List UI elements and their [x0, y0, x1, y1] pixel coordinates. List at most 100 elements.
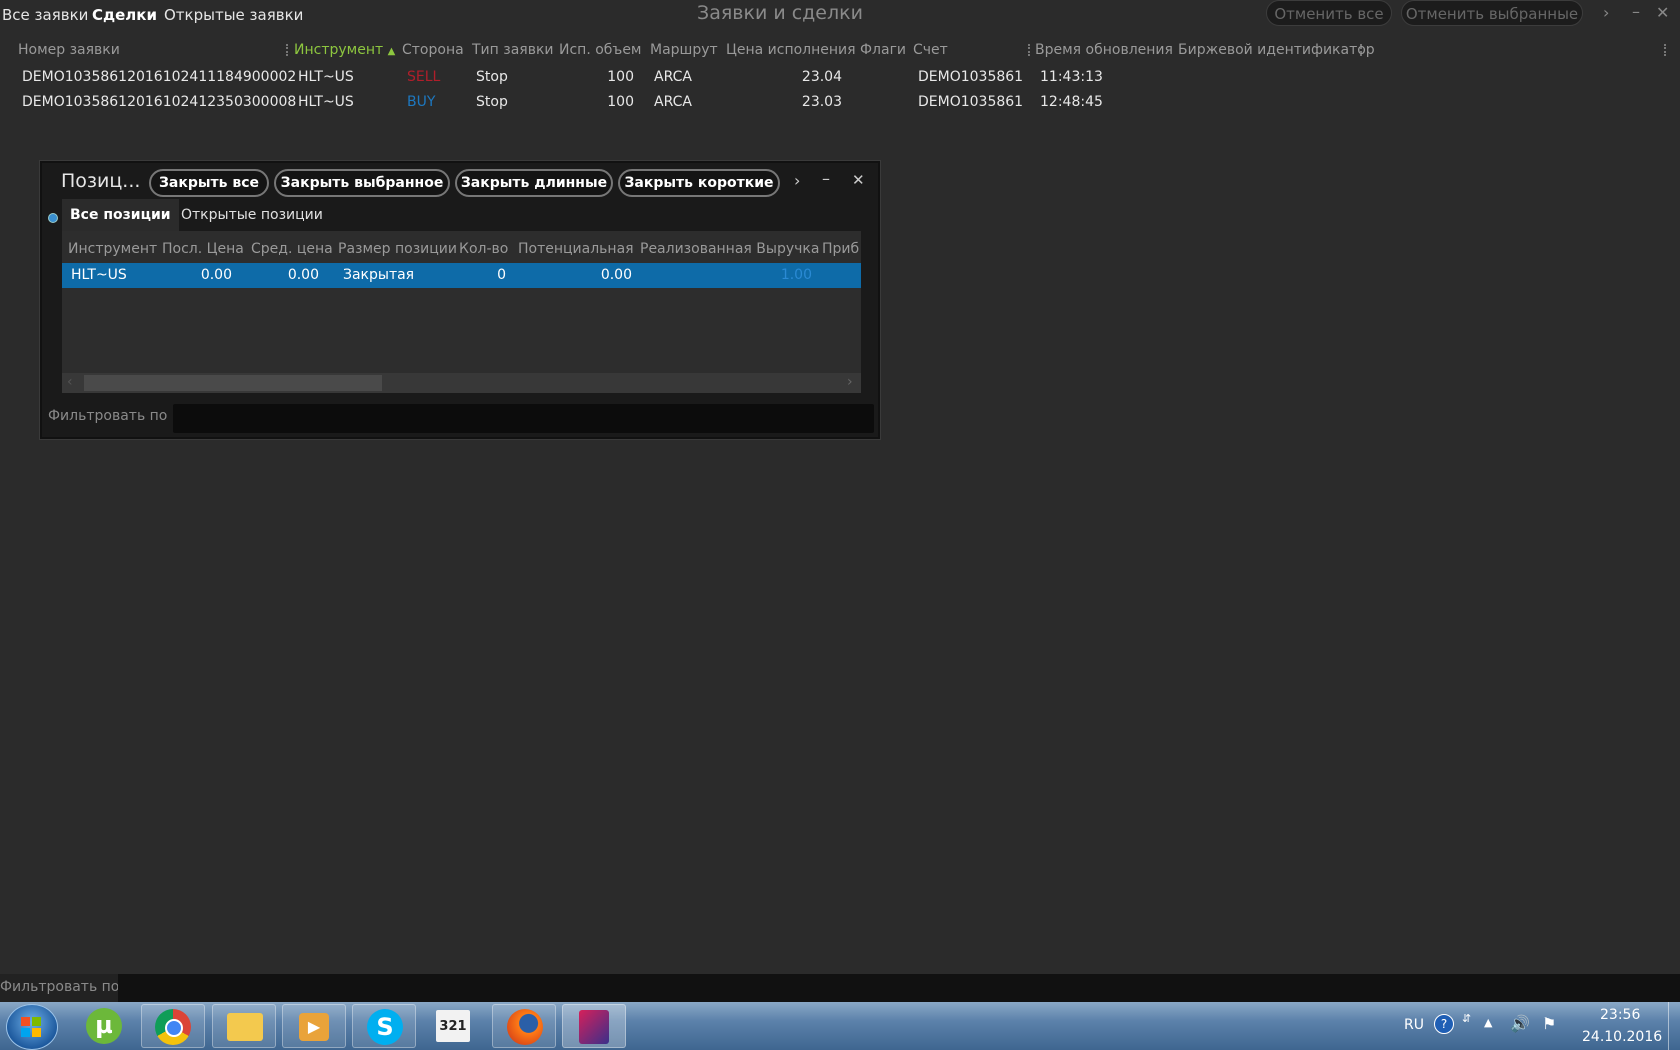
- close-all-button[interactable]: Закрыть все: [149, 169, 269, 197]
- col-order-type[interactable]: Тип заявки: [472, 42, 554, 58]
- close-icon[interactable]: ✕: [852, 171, 865, 189]
- close-icon[interactable]: ✕: [1656, 3, 1669, 22]
- col-realized-revenue[interactable]: Реализованная Выручка: [640, 241, 819, 257]
- taskbar-skype[interactable]: S: [352, 1004, 416, 1048]
- trading-app-icon: [579, 1010, 609, 1044]
- skype-icon: S: [367, 1009, 403, 1045]
- table-row[interactable]: HLT~US 0.00 0.00 Закрытая 0 0.00 1.00: [62, 263, 861, 288]
- col-route[interactable]: Маршрут: [650, 42, 718, 58]
- start-button[interactable]: [6, 1004, 58, 1050]
- minimize-icon[interactable]: –: [822, 169, 830, 188]
- volume-icon[interactable]: 🔊: [1510, 1014, 1530, 1033]
- realized-revenue: 1.00: [780, 267, 812, 283]
- scroll-left-icon[interactable]: ‹: [67, 374, 73, 390]
- taskbar-firefox[interactable]: [492, 1004, 556, 1048]
- col-exec-price[interactable]: Цена исполнения: [726, 42, 856, 58]
- col-exchange-id[interactable]: Биржевой идентификатор: [1178, 42, 1375, 58]
- taskbar-explorer[interactable]: [212, 1004, 276, 1048]
- firefox-icon: [507, 1009, 543, 1045]
- network-adapter-icon[interactable]: ⇵: [1462, 1012, 1471, 1025]
- top-bar: Все заявки Сделки Открытые заявки Заявки…: [0, 0, 1680, 30]
- filled-volume: 100: [607, 94, 634, 110]
- col-potential[interactable]: Потенциальная: [518, 241, 634, 257]
- instrument: HLT~US: [71, 267, 127, 283]
- position-size: Закрытая: [343, 267, 415, 283]
- close-long-button[interactable]: Закрыть длинные: [455, 169, 613, 197]
- utorrent-icon: µ: [86, 1008, 122, 1044]
- col-resize-handle[interactable]: [286, 44, 290, 56]
- exec-price: 23.03: [801, 94, 842, 110]
- route: ARCA: [654, 69, 692, 85]
- scrollbar-thumb[interactable]: [84, 375, 382, 391]
- side-sell: SELL: [407, 69, 441, 85]
- side-buy: BUY: [407, 94, 436, 110]
- instrument: HLT~US: [298, 69, 354, 85]
- col-instrument[interactable]: Инструмент ▲: [294, 42, 395, 58]
- col-last-price[interactable]: Посл. Цена: [162, 241, 244, 257]
- help-icon[interactable]: ?: [1434, 1014, 1454, 1034]
- instrument: HLT~US: [298, 94, 354, 110]
- taskbar-player[interactable]: ▶: [282, 1004, 346, 1048]
- col-resize-handle[interactable]: [1360, 44, 1364, 56]
- clock-time[interactable]: 23:56: [1600, 1007, 1640, 1023]
- update-time: 12:48:45: [1040, 94, 1103, 110]
- col-avg-price[interactable]: Сред. цена: [251, 241, 333, 257]
- positions-grid: Инструмент Посл. Цена Сред. цена Размер …: [62, 231, 861, 393]
- show-desktop-button[interactable]: [1668, 1002, 1680, 1050]
- bottom-filter-bar: Фильтровать по: [0, 974, 1680, 1002]
- col-filled-volume[interactable]: Исп. объем: [559, 42, 642, 58]
- taskbar-utorrent[interactable]: µ: [72, 1004, 136, 1048]
- account: DEMO1035861: [918, 94, 1024, 110]
- close-short-button[interactable]: Закрыть короткие: [618, 169, 780, 197]
- col-side[interactable]: Сторона: [402, 42, 464, 58]
- sort-ascending-icon: ▲: [387, 46, 396, 57]
- avg-price: 0.00: [287, 267, 319, 283]
- col-update-time[interactable]: Время обновления: [1035, 42, 1173, 58]
- folder-icon: [227, 1013, 263, 1041]
- show-hidden-icons-icon[interactable]: ▲: [1484, 1016, 1492, 1029]
- col-instrument-label: Инструмент: [294, 42, 384, 58]
- order-type: Stop: [476, 94, 508, 110]
- clock-date[interactable]: 24.10.2016: [1582, 1029, 1662, 1045]
- taskbar-chrome[interactable]: [141, 1004, 205, 1048]
- tab-all-positions[interactable]: Все позиции: [62, 199, 179, 231]
- close-selected-button[interactable]: Закрыть выбранное: [274, 169, 450, 197]
- chevron-right-icon[interactable]: ›: [1603, 3, 1609, 22]
- positions-panel: Позиц... Закрыть все Закрыть выбранное З…: [40, 161, 880, 439]
- filter-label: Фильтровать по: [48, 408, 168, 424]
- tab-open-positions[interactable]: Открытые позиции: [173, 199, 331, 231]
- order-type: Stop: [476, 69, 508, 85]
- col-resize-handle[interactable]: [1028, 44, 1032, 56]
- col-resize-handle[interactable]: [1664, 44, 1668, 56]
- cancel-all-button[interactable]: Отменить все: [1266, 0, 1392, 26]
- order-number: DEMO10358612016102412350300008: [22, 94, 297, 110]
- col-profit[interactable]: Приб: [822, 241, 859, 257]
- col-quantity[interactable]: Кол-во: [459, 241, 508, 257]
- mpc-icon: 321: [436, 1010, 470, 1042]
- scroll-right-icon[interactable]: ›: [847, 374, 853, 390]
- taskbar-media-classic[interactable]: 321: [422, 1004, 486, 1048]
- filter-input[interactable]: [118, 974, 1680, 1002]
- radio-dot-icon[interactable]: [48, 213, 58, 223]
- cancel-selected-button[interactable]: Отменить выбранные: [1401, 0, 1583, 26]
- col-account[interactable]: Счет: [913, 42, 948, 58]
- col-order-number[interactable]: Номер заявки: [18, 42, 120, 58]
- col-position-size[interactable]: Размер позиции: [338, 241, 457, 257]
- col-flags[interactable]: Флаги: [860, 42, 906, 58]
- col-instrument[interactable]: Инструмент: [68, 241, 157, 257]
- horizontal-scrollbar[interactable]: ‹ ›: [62, 373, 861, 393]
- windows-logo-icon: [21, 1017, 30, 1026]
- taskbar-trading-app[interactable]: [562, 1004, 626, 1048]
- positions-title: Позиц...: [61, 170, 141, 192]
- last-price: 0.00: [200, 267, 232, 283]
- minimize-icon[interactable]: –: [1632, 2, 1640, 21]
- chevron-right-icon[interactable]: ›: [794, 171, 800, 190]
- filled-volume: 100: [607, 69, 634, 85]
- language-indicator[interactable]: RU: [1404, 1017, 1424, 1033]
- filter-input[interactable]: [173, 404, 874, 433]
- windows-logo-part: [32, 1017, 41, 1026]
- exec-price: 23.04: [801, 69, 842, 85]
- action-center-icon[interactable]: ⚑: [1542, 1014, 1556, 1033]
- order-number: DEMO1035861201610241118490000​2: [22, 69, 297, 85]
- quantity: 0: [497, 267, 506, 283]
